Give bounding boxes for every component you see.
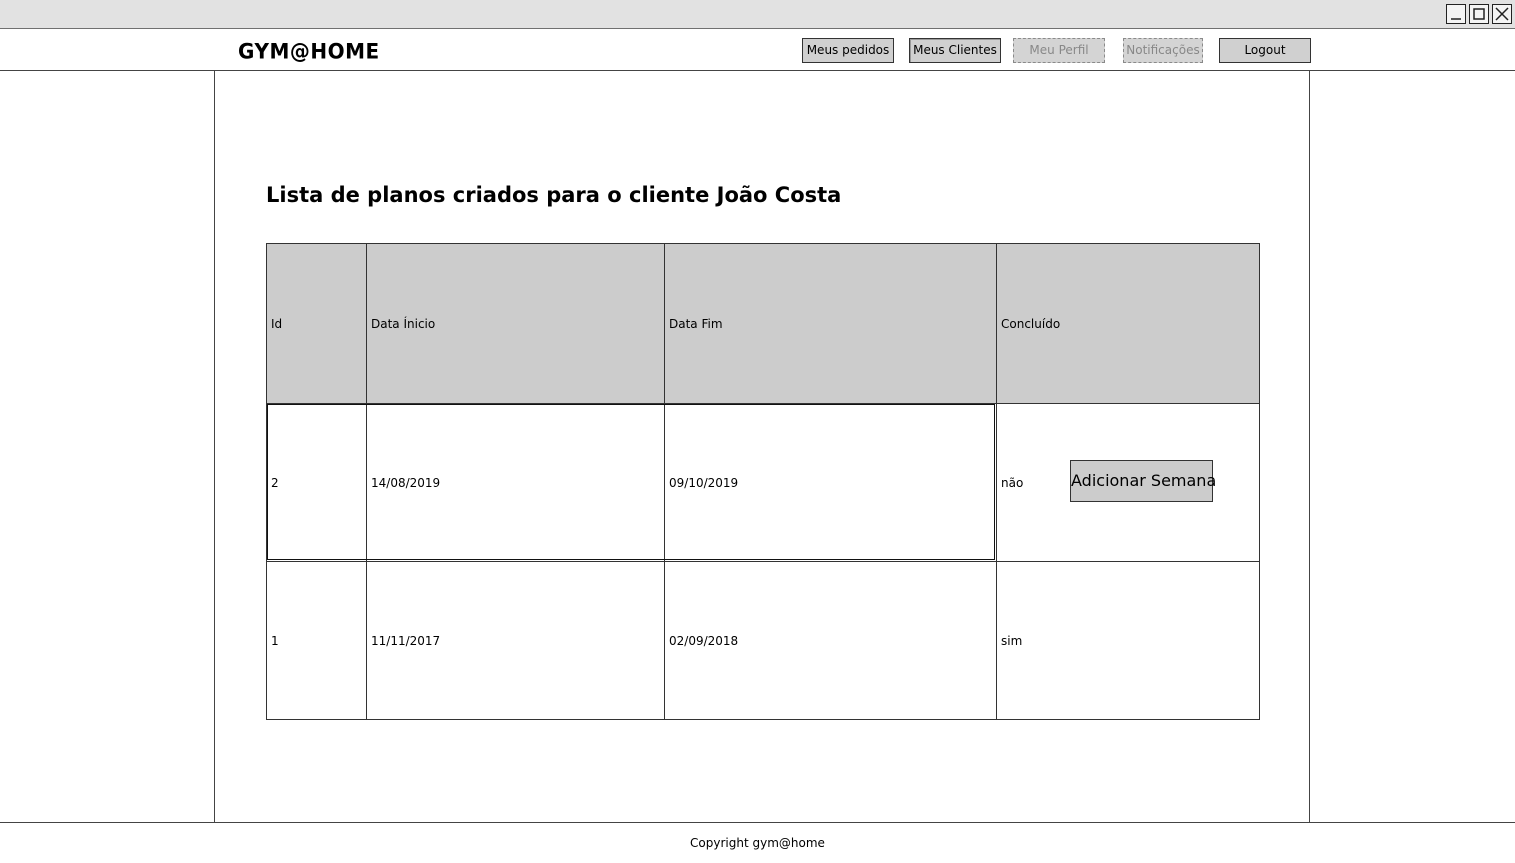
nav-my-profile-button[interactable]: Meu Perfil [1013, 38, 1105, 63]
column-header-completed: Concluído [996, 243, 1260, 403]
nav-my-orders-button[interactable]: Meus pedidos [802, 38, 894, 63]
window-titlebar [0, 0, 1515, 29]
close-icon[interactable] [1492, 4, 1512, 24]
nav-my-clients-button[interactable]: Meus Clientes [909, 38, 1001, 63]
table-row-cell-end-date: 09/10/2019 [664, 403, 996, 561]
minimize-icon[interactable] [1446, 4, 1466, 24]
app-logo[interactable]: GYM@HOME [238, 38, 380, 63]
column-header-id: Id [266, 243, 366, 403]
column-header-end-date: Data Fim [664, 243, 996, 403]
table-row-cell-start-date: 11/11/2017 [366, 561, 664, 720]
top-navbar: GYM@HOME Meus pedidos Meus Clientes Meu … [0, 29, 1515, 71]
page-title: Lista de planos criados para o cliente J… [266, 183, 842, 207]
maximize-icon[interactable] [1469, 4, 1489, 24]
table-row-cell-id: 1 [266, 561, 366, 720]
logout-button[interactable]: Logout [1219, 38, 1311, 63]
add-week-button[interactable]: Adicionar Semana [1070, 460, 1216, 502]
table-row-cell-id: 2 [266, 403, 366, 561]
table-row-cell-end-date: 02/09/2018 [664, 561, 996, 720]
footer-divider [0, 822, 1515, 823]
column-header-start-date: Data Ínicio [366, 243, 664, 403]
footer-copyright: Copyright gym@home [690, 836, 825, 850]
table-row-cell-completed: sim [996, 561, 1260, 720]
nav-notifications-button[interactable]: Notificações [1123, 38, 1203, 63]
table-row-cell-start-date: 14/08/2019 [366, 403, 664, 561]
